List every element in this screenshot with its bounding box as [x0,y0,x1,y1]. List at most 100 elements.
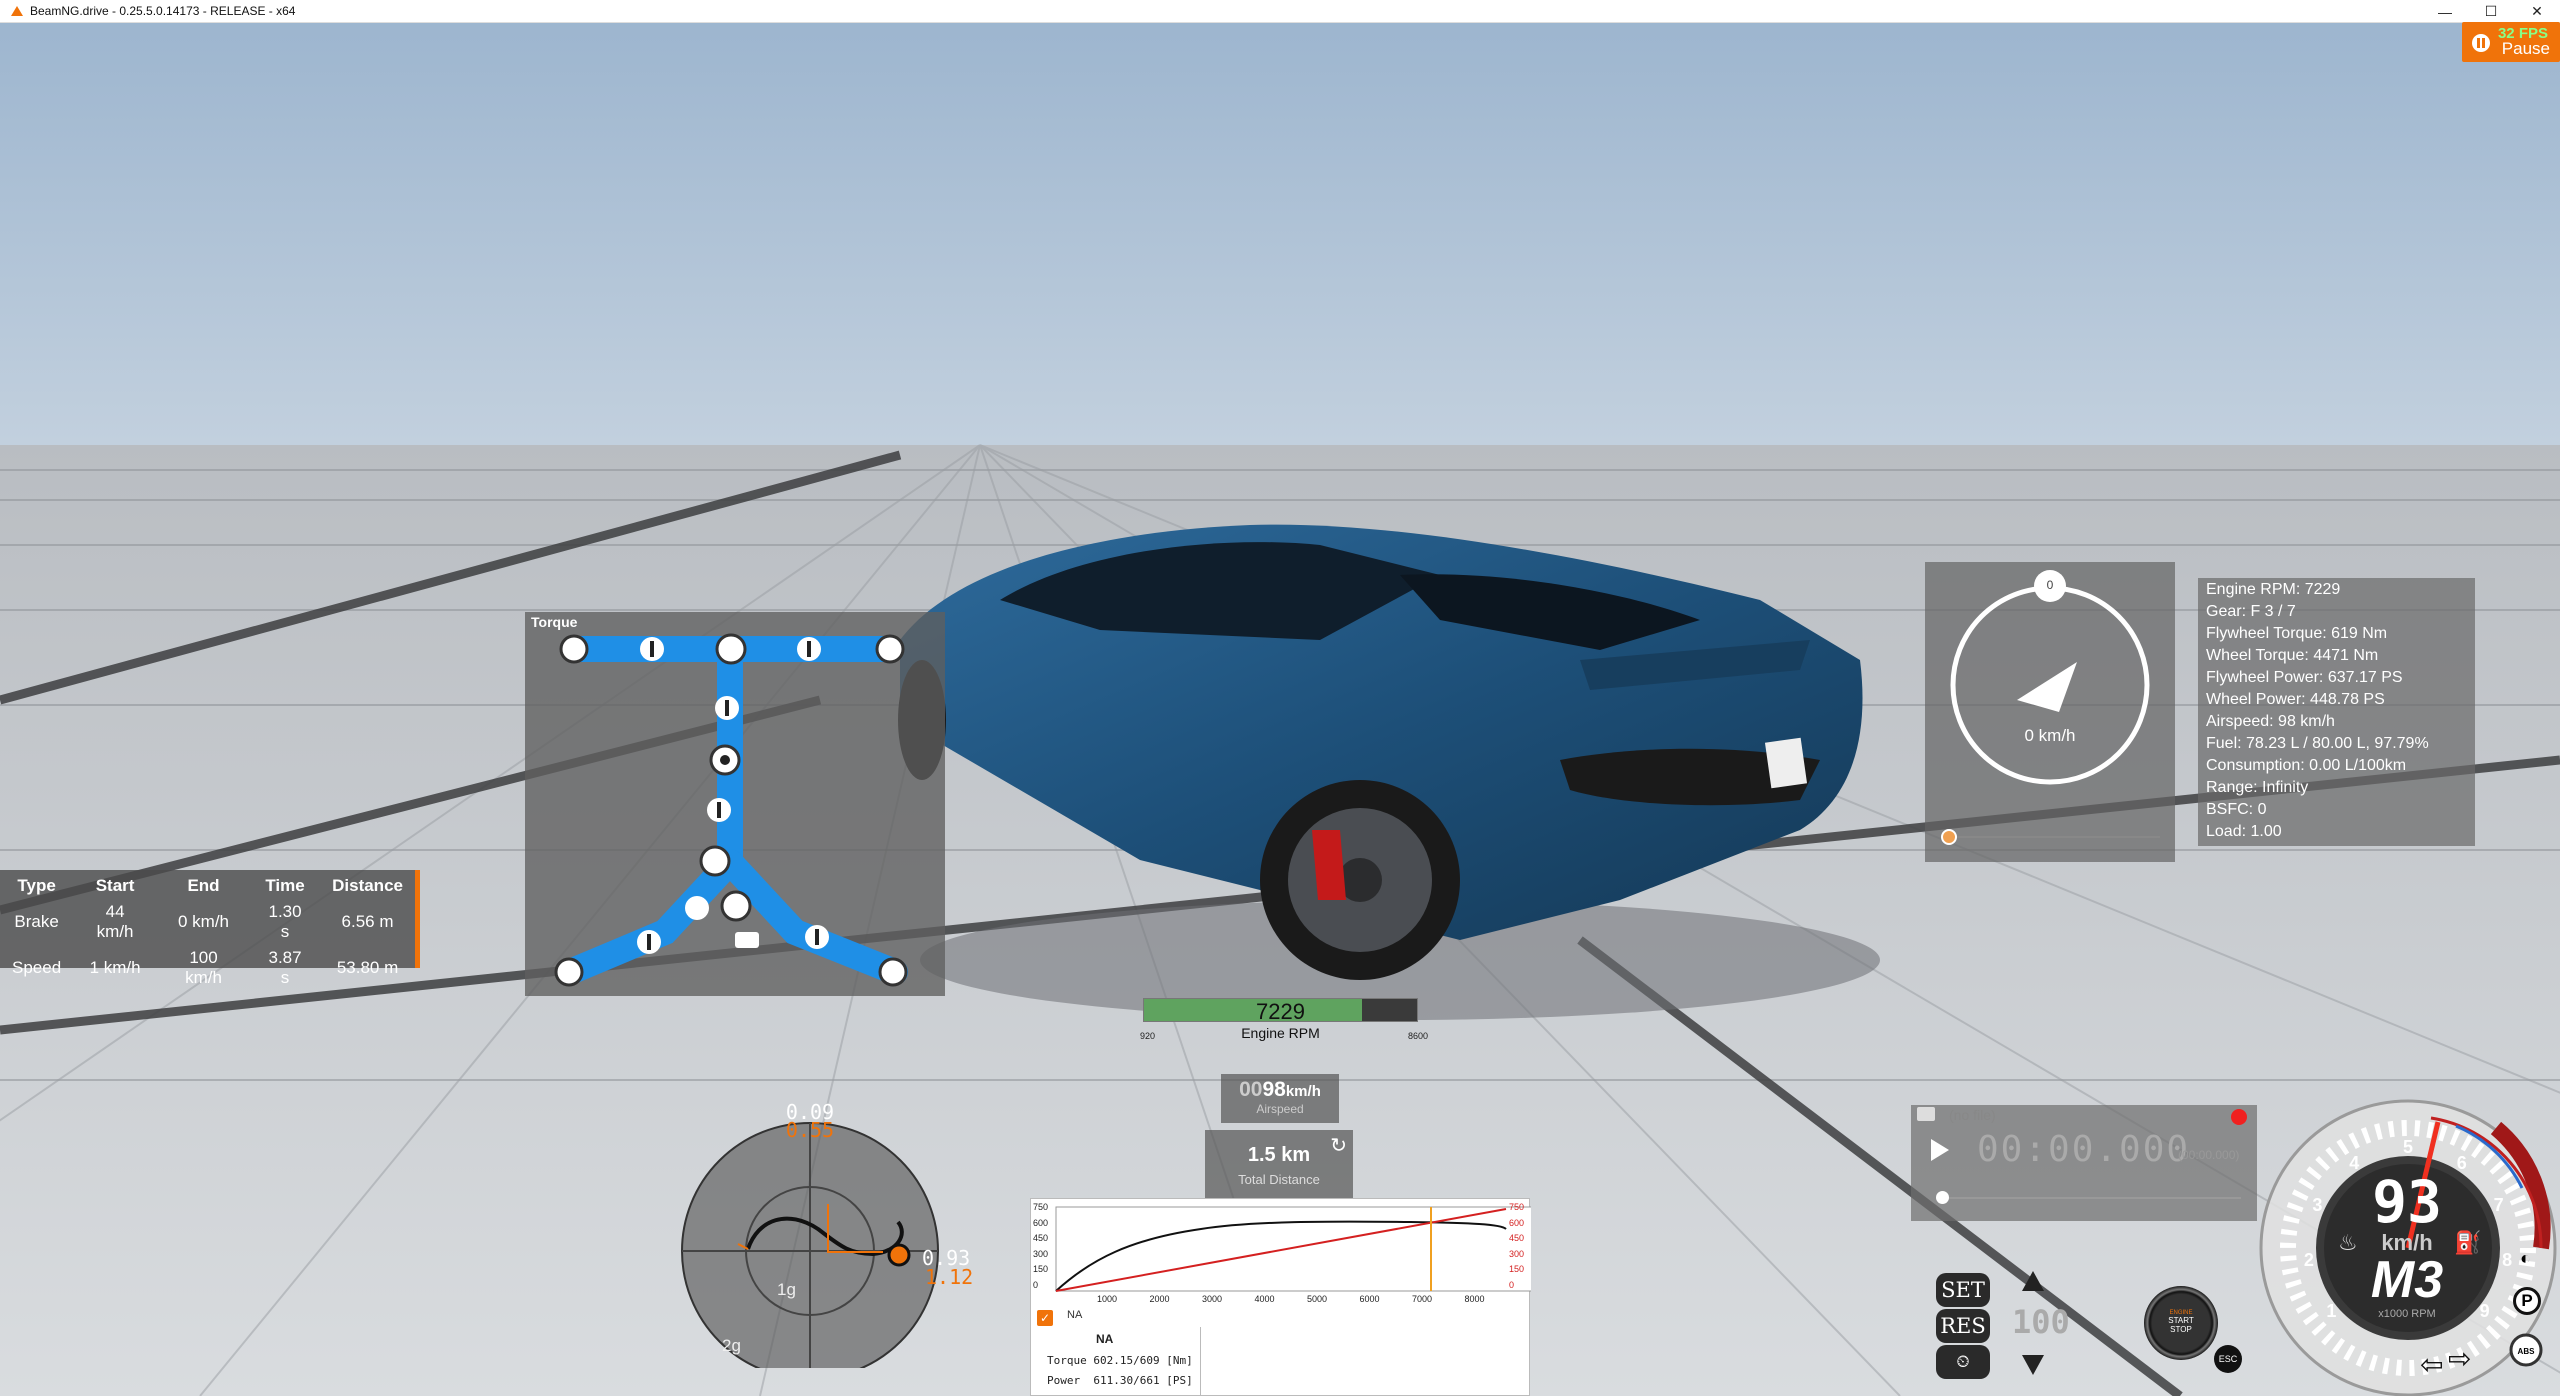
column-header: Time [265,876,305,895]
pause-label: Pause [2501,39,2550,58]
torque-power-chart [1055,1206,1531,1292]
axis-tick-label: 150 [1509,1264,1525,1274]
table-cell: 0 km/h [177,912,230,931]
table-cell: 53.80 m [336,958,399,977]
window-title: BeamNG.drive - 0.25.5.0.14173 - RELEASE … [30,4,296,18]
gforce-ring-1g: 1g [777,1280,796,1299]
drivetrain-torque-panel[interactable]: Torque [525,612,945,996]
axis-tick-label: 750 [1033,1202,1049,1212]
axis-tick-label: 6000 [1359,1294,1380,1304]
engine-info-panel: Engine RPM: 7229 Gear: F 3 / 7 Flywheel To… [2198,578,2475,846]
gauge-tick-label: 2 [2303,1250,2314,1271]
turn-left-icon: ⇦ [2420,1349,2444,1380]
table-row: Speed 1 km/h 100 km/h 3.87 s 53.80 m [0,945,415,991]
speedometer-gauge: 123456789 93 km/h M3 x1000 RPM ♨ ⛽ P ABS… [2256,1098,2560,1396]
rpm-value: 7229 [1256,999,1305,1024]
cruise-up-icon[interactable] [2022,1271,2044,1291]
coolant-icon: ♨ [2338,1230,2358,1255]
replay-scrubber[interactable] [1936,1191,1949,1204]
record-icon[interactable] [2231,1109,2247,1125]
gforce-meter: 0.09 0.55 0.93 1.12 1g 2g [678,1100,973,1368]
abs-badge: ABS [2517,1347,2535,1356]
table-cell: 1.30 s [268,902,302,941]
gauge-tick-label: 7 [2493,1194,2504,1215]
pause-icon [2472,34,2490,52]
beamng-app-icon [11,6,23,16]
parking-brake-badge: P [2513,1287,2541,1315]
axis-tick-label: 0 [1509,1279,1515,1290]
axis-tick-label: 600 [1033,1217,1049,1228]
cruise-set-button[interactable]: SET [1936,1273,1990,1307]
legend-power: Power 611.30/661 [PS] [1047,1374,1193,1387]
table-cell: 3.87 s [268,948,302,987]
measurements-table: Type Start End Time Distance Brake 44 km/h 0 k… [0,873,415,991]
airspeed-unit: km/h [1285,1083,1321,1100]
cruise-control: SET RES ⏲ 100 [1928,1265,2070,1385]
engine-info-line: Fuel: 78.23 L / 80.00 L, 97.79% [2206,735,2429,752]
axis-tick-label: 0 [1033,1279,1039,1290]
engine-info-line: Wheel Torque: 4471 Nm [2206,647,2379,664]
compass-north-label: 0 [2046,578,2054,592]
column-header: Start [95,876,135,895]
table-cell: Speed [12,958,62,977]
axis-tick-label: 1000 [1097,1294,1118,1304]
engine-label-3: STOP [2170,1325,2192,1334]
engine-info-line: BSFC: 0 [2206,801,2267,818]
axis-tick-label: 750 [1509,1202,1525,1212]
play-icon[interactable] [1931,1139,1949,1161]
airspeed-prefix: 00 [1239,1078,1263,1101]
axis-tick-label: 300 [1509,1248,1525,1259]
table-header: Type Start End Time Distance [0,873,415,899]
engine-info-line: Range: Infinity [2206,779,2309,796]
esc-badge: ESC [2214,1345,2242,1373]
axis-tick-label: 600 [1509,1217,1525,1228]
gforce-ring-2g: 2g [722,1336,741,1355]
axis-tick-label: 8000 [1464,1294,1485,1304]
close-button[interactable]: ✕ [2514,0,2560,23]
folder-icon[interactable] [1917,1107,1935,1121]
compass-panel: 0 0 km/h [1925,562,2175,862]
axis-tick-label: 450 [1509,1233,1525,1243]
total-distance-label: Total Distance [1238,1172,1320,1187]
gforce-current-dot [887,1243,911,1267]
cruise-speed: 100 [2012,1303,2070,1341]
gauge-gear: M3 [2370,1251,2444,1309]
column-header: Distance [332,876,403,895]
gforce-right-sub: 1.12 [925,1265,974,1289]
legend-checkbox[interactable]: ✓ [1037,1310,1053,1326]
torque-power-graph-panel: 750 600 450 300 150 0 750 600 450 300 150 0 1000 20… [1030,1198,1531,1396]
light-indicator-icon: ◐ [2520,1248,2531,1268]
legend-title: NA [1096,1332,1114,1346]
maximize-button[interactable]: ☐ [2468,0,2514,23]
window-titlebar: BeamNG.drive - 0.25.5.0.14173 - RELEASE … [0,0,2560,23]
sports-car [898,524,1880,1020]
gauge-tick-label: 8 [2502,1250,2513,1271]
cruise-off-button[interactable]: ⏲ [1936,1345,1990,1379]
axis-tick-label: 450 [1033,1233,1049,1243]
minimize-button[interactable]: — [2422,0,2468,23]
turn-right-icon: ⇨ [2448,1343,2472,1374]
replay-timeline[interactable] [1941,1197,2241,1199]
compass-speed-label: 0 km/h [2024,726,2076,745]
engine-start-stop-button[interactable]: ENGINE START STOP [2144,1286,2218,1360]
pause-button[interactable]: 32 FPS Pause [2462,22,2560,62]
table-cell: 44 km/h [96,902,134,941]
fuel-icon: ⛽ [2454,1230,2482,1255]
replay-total: (00:00.000) [2178,1148,2240,1162]
gforce-top-sub: 0.55 [785,1118,835,1142]
axis-tick-label: 3000 [1202,1294,1223,1304]
replay-panel: (no file) 00:00.000 (00:00.000) [1911,1105,2257,1221]
cruise-down-icon[interactable] [2022,1355,2044,1375]
replay-time: 00:00.000 [1977,1129,2191,1170]
engine-info-line: Flywheel Power: 637.17 PS [2206,669,2403,686]
engine-info-line: Wheel Power: 448.78 PS [2206,691,2385,708]
cruise-res-button[interactable]: RES [1936,1309,1990,1343]
axis-tick-label: 7000 [1412,1294,1433,1304]
total-distance-card: 1.5 km Total Distance ↻ [1205,1130,1353,1198]
rpm-label: Engine RPM [1241,1025,1320,1041]
reset-icon[interactable]: ↻ [1330,1133,1347,1158]
rpm-max: 8600 [1408,1031,1429,1041]
legend-checkbox-label: NA [1067,1309,1083,1321]
table-cell: Brake [14,912,59,931]
legend-torque: Torque 602.15/609 [Nm] [1047,1354,1193,1367]
